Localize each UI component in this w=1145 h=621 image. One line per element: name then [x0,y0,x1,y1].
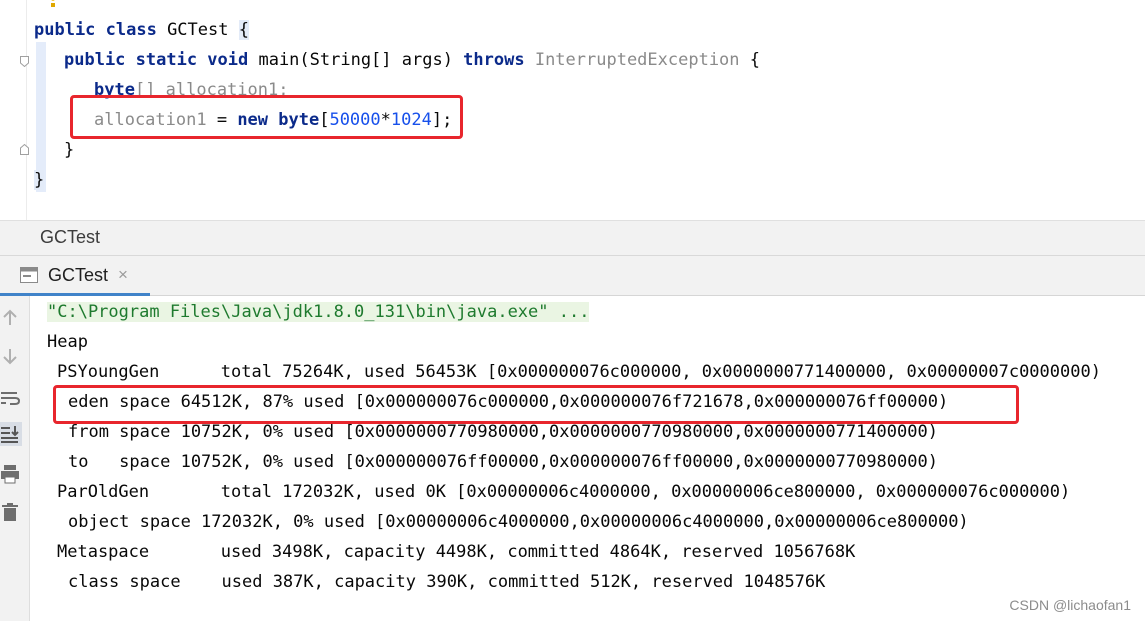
arrow-up-icon[interactable] [0,308,20,328]
method-signature: main(String[] args) [258,50,464,70]
class-name: GCTest [167,20,239,40]
code-line-close-method[interactable]: } [64,135,74,165]
trash-icon[interactable] [0,502,20,522]
open-brace: { [238,20,249,40]
close-brace: } [34,170,45,190]
editor-gutter [0,0,26,220]
console-line-class-space: class space used 387K, capacity 390K, co… [68,572,826,592]
highlight-box-allocation [70,95,463,139]
java-command[interactable]: "C:\Program Files\Java\jdk1.8.0_131\bin\… [47,302,590,322]
watermark: CSDN @lichaofan1 [1009,597,1131,613]
fold-marker-icon[interactable] [20,144,29,155]
code-line-main-decl[interactable]: public static void main(String[] args) t… [64,45,760,75]
code-line-class-decl[interactable]: public class GCTest { [34,15,249,45]
lightbulb-icon[interactable] [46,0,60,8]
highlight-box-eden [53,385,1019,424]
console-line-metaspace: Metaspace used 3498K, capacity 4498K, co… [57,542,856,562]
code-editor[interactable]: public class GCTest { public static void… [0,0,1145,220]
keyword: public static void [64,50,259,70]
run-tab-bar: GCTest × [0,256,1145,296]
fold-marker-icon[interactable] [20,56,29,67]
exception-type: InterruptedException [534,50,740,70]
keyword: public class [34,20,168,40]
soft-wrap-icon[interactable] [0,388,20,408]
close-icon[interactable]: × [118,265,128,285]
console-output[interactable]: "C:\Program Files\Java\jdk1.8.0_131\bin\… [31,296,1145,621]
console-icon [20,267,38,283]
run-config-title: GCTest [40,227,101,247]
close-brace: } [64,140,75,160]
print-icon[interactable] [0,464,20,484]
brace: { [739,50,761,70]
console-line-paroldgen: ParOldGen total 172032K, used 0K [0x0000… [57,482,1071,502]
arrow-down-icon[interactable] [0,346,20,366]
code-line-close-class[interactable]: } [34,165,45,195]
tab-gctest[interactable]: GCTest × [0,256,150,296]
scroll-to-end-icon[interactable] [0,424,20,444]
gutter-divider [26,0,27,220]
console-line-heap: Heap [47,332,88,352]
console-line-to: to space 10752K, 0% used [0x000000076ff0… [68,452,938,472]
console-line-command: "C:\Program Files\Java\jdk1.8.0_131\bin\… [47,297,590,327]
keyword: throws [463,50,535,70]
console-toolbar [0,296,30,621]
tab-label: GCTest [48,265,109,285]
console-line-psyounggen: PSYoungGen total 75264K, used 56453K [0x… [57,362,1101,382]
console-line-object-space: object space 172032K, 0% used [0x0000000… [68,512,969,532]
run-tool-window-header: GCTest [0,220,1145,256]
